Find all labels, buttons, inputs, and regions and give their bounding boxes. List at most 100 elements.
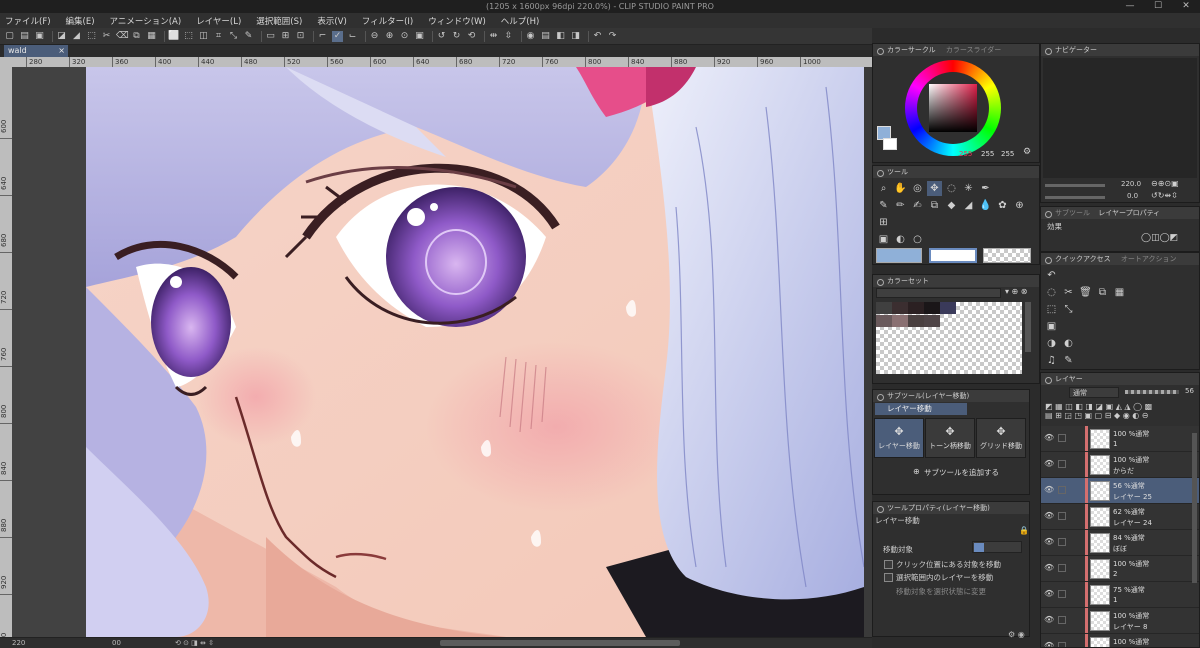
fill-icon[interactable]: ◢ (71, 31, 82, 42)
transform-icon[interactable]: ⤡ (1061, 302, 1076, 317)
color-swatch-5[interactable] (940, 302, 956, 314)
circle-tool-icon[interactable]: ○ (910, 232, 925, 247)
transform-icon[interactable]: ⬚ (86, 31, 97, 42)
eyedropper-icon[interactable]: ✒ (978, 181, 993, 196)
color-swatch-6[interactable] (876, 315, 892, 327)
hide-selection-icon[interactable]: ▭ (265, 31, 276, 42)
lock-toggle[interactable] (1058, 434, 1066, 442)
zoom-slider[interactable] (1045, 184, 1105, 187)
color-swatch-2[interactable] (892, 302, 908, 314)
mirror-view-icon[interactable]: ◨ (570, 31, 581, 42)
zoom-out-icon[interactable]: ⊖ (369, 31, 380, 42)
redo-icon[interactable]: ↷ (607, 31, 618, 42)
copy-icon[interactable]: ⧉ (1095, 285, 1110, 300)
eye-icon[interactable]: 👁 (1044, 564, 1054, 572)
flip-vertical-icon[interactable]: ⇳ (503, 31, 514, 42)
paste-icon[interactable]: ▦ (146, 31, 157, 42)
lock-toggle[interactable] (1058, 564, 1066, 572)
copy-icon[interactable]: ⧉ (131, 31, 142, 42)
layer-mask-icon[interactable]: ◑ (1044, 336, 1059, 351)
actual-size-icon[interactable]: ▣ (414, 31, 425, 42)
fill-tool-icon[interactable]: ◢ (961, 198, 976, 213)
menu-edit[interactable]: 編集(E) (66, 15, 95, 27)
canvas-vertical-scrollbar[interactable] (864, 67, 872, 637)
delete-icon[interactable]: 🗑 (1078, 285, 1093, 300)
sub-color-chip[interactable] (929, 248, 977, 263)
snap-ruler-icon[interactable]: ⌐ (317, 31, 328, 42)
color-swatch-3[interactable] (908, 302, 924, 314)
paste-icon[interactable]: ▦ (1112, 285, 1127, 300)
tab-quick-access[interactable]: クイックアクセス (1055, 255, 1111, 263)
close-button[interactable]: ✕ (1172, 0, 1200, 13)
magic-wand-icon[interactable]: ✳ (961, 181, 976, 196)
rotate-reset-icon[interactable]: ⟲ ⊙ ◨ ⇹ ⇳ (175, 638, 214, 648)
brush-tool-icon[interactable]: ✍ (910, 198, 925, 213)
zoom-readout[interactable]: 220 (12, 638, 25, 648)
tool-property-footer-icons[interactable]: ⚙ ◉ (1008, 630, 1025, 639)
operation-tool-icon[interactable]: ◎ (910, 181, 925, 196)
ruler-snap-icon[interactable]: ⊡ (295, 31, 306, 42)
navigator-zoom[interactable]: 220.0 (1121, 180, 1141, 188)
pen-icon[interactable]: ✎ (1061, 353, 1076, 368)
rotate-right-icon[interactable]: ↻ (451, 31, 462, 42)
subtool-layer-move[interactable]: ✥ レイヤー移動 (874, 418, 924, 458)
lock-icon[interactable]: 🔒 (1019, 526, 1029, 535)
lock-toggle[interactable] (1058, 486, 1066, 494)
blend-tool-icon[interactable]: 💧 (978, 198, 993, 213)
layer-row[interactable]: 👁 100 %通常 2 (1041, 556, 1199, 582)
click-position-checkbox[interactable] (884, 560, 893, 569)
document-tab-close-icon[interactable]: × (58, 45, 65, 57)
tab-auto-action[interactable]: オートアクション (1121, 255, 1177, 263)
color-swatch-4[interactable] (924, 302, 940, 314)
fit-view-icon[interactable]: ⊙ (399, 31, 410, 42)
tab-color-slider[interactable]: カラースライダー (946, 46, 1001, 54)
zoom-in-icon[interactable]: ⊕ (384, 31, 395, 42)
ruler-tool-icon[interactable]: ◐ (893, 232, 908, 247)
hand-tool-icon[interactable]: ✋ (893, 181, 908, 196)
move-target-selector[interactable] (972, 541, 1022, 553)
layer-row[interactable]: 👁 100 %通常 1 (1041, 426, 1199, 452)
tab-subtool-detail[interactable]: サブツール (1055, 209, 1090, 217)
color-swatch-1[interactable] (876, 302, 892, 314)
drawing-canvas[interactable] (86, 67, 864, 637)
eye-icon[interactable]: 👁 (1044, 460, 1054, 468)
airbrush-tool-icon[interactable]: ⧉ (927, 198, 942, 213)
crop-icon[interactable]: ⌗ (213, 31, 224, 42)
eraser-tool-icon[interactable]: ◆ (944, 198, 959, 213)
menu-window[interactable]: ウィンドウ(W) (428, 15, 486, 27)
saturation-value-square[interactable] (929, 84, 977, 132)
layer-row[interactable]: 👁 75 %通常 1 (1041, 582, 1199, 608)
grid-icon[interactable]: ⊞ (280, 31, 291, 42)
snap-special-ruler-icon[interactable]: ✓ (332, 30, 343, 42)
subtool-group-tab[interactable]: レイヤー移動 (875, 403, 967, 415)
layer-row[interactable]: 👁 100 %通常 (1041, 634, 1199, 647)
layer-action-icons[interactable]: ▤ ⊞ ◲ ◳ ▣ ▢ ⊟ ◆ ◉ ◐ ⊖ (1045, 411, 1148, 420)
flip-horizontal-icon[interactable]: ⇹ (488, 31, 499, 42)
pen-tool-icon[interactable]: ✎ (876, 198, 891, 213)
zoom-tool-icon[interactable]: ⌕ (876, 181, 891, 196)
maximize-button[interactable]: ☐ (1144, 0, 1172, 13)
lock-toggle[interactable] (1058, 590, 1066, 598)
color-set-dropdown[interactable] (876, 288, 1001, 298)
lock-toggle[interactable] (1058, 616, 1066, 624)
subtool-grid-move[interactable]: ✥ グリッド移動 (976, 418, 1026, 458)
undo-icon[interactable]: ↶ (592, 31, 603, 42)
lasso-tool-icon[interactable]: ◌ (944, 181, 959, 196)
opacity-value[interactable]: 56 (1185, 387, 1194, 395)
menu-layer[interactable]: レイヤー(L) (196, 15, 241, 27)
color-settings-icon[interactable]: ⚙ (1023, 147, 1031, 157)
frame-tool-icon[interactable]: ⊞ (876, 215, 891, 230)
layer-view-icon[interactable]: ▤ (540, 31, 551, 42)
angle-readout[interactable]: 00 (112, 638, 121, 648)
color-set-menu-icon[interactable]: ▾ ⊕ ⊗ (1005, 287, 1028, 296)
layer-lock-icons[interactable]: ◩ ▦ ◫ ◧ ◨ ◪ ▣ ◭ ◮ ◯ ▩ (1045, 402, 1152, 411)
tab-color-circle[interactable]: カラーサークル (887, 46, 936, 54)
cut-icon[interactable]: ✂ (101, 31, 112, 42)
reset-rotation-icon[interactable]: ⟲ (466, 31, 477, 42)
clear-icon[interactable]: ◪ (56, 31, 67, 42)
selection-icon[interactable]: ⬚ (1044, 302, 1059, 317)
snap-grid-icon[interactable]: ⌙ (347, 31, 358, 42)
cut-icon[interactable]: ✂ (1061, 285, 1076, 300)
eye-icon[interactable]: 👁 (1044, 616, 1054, 624)
sub-color-swatch[interactable] (883, 138, 897, 150)
